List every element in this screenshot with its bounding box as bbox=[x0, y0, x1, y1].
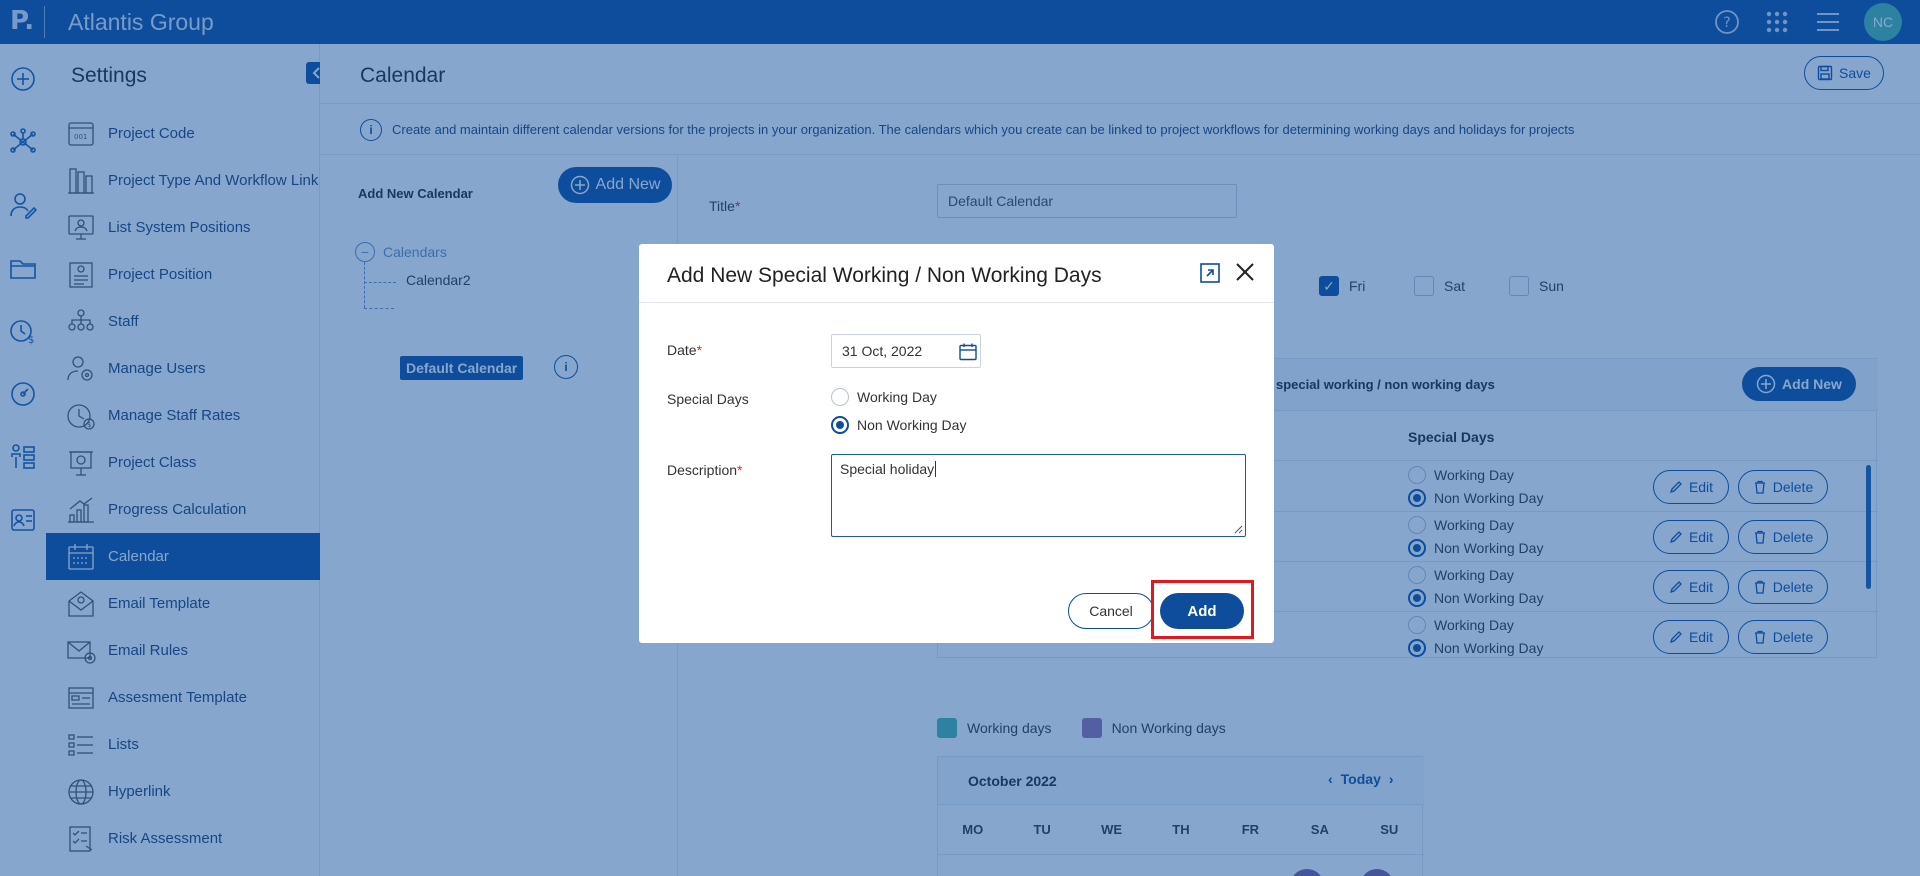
calendar-picker-icon[interactable] bbox=[958, 342, 978, 362]
radio-non-working-day[interactable]: Non Working Day bbox=[831, 416, 966, 434]
radio-working-day[interactable]: Working Day bbox=[831, 388, 937, 406]
dialog-divider bbox=[639, 302, 1274, 303]
dialog-title: Add New Special Working / Non Working Da… bbox=[667, 264, 1102, 287]
resize-handle-icon[interactable] bbox=[1233, 524, 1243, 534]
date-field[interactable]: 31 Oct, 2022 bbox=[831, 334, 981, 368]
radio-selected-icon[interactable] bbox=[831, 416, 849, 434]
special-days-label: Special Days bbox=[667, 391, 749, 407]
special-day-dialog: Add New Special Working / Non Working Da… bbox=[639, 244, 1274, 643]
description-textarea[interactable]: Special holiday bbox=[831, 454, 1246, 537]
expand-icon[interactable] bbox=[1199, 262, 1223, 286]
radio-icon[interactable] bbox=[831, 388, 849, 406]
add-button-highlight bbox=[1151, 580, 1254, 639]
description-value: Special holiday bbox=[840, 461, 935, 477]
date-label: Date* bbox=[667, 342, 703, 358]
close-icon[interactable] bbox=[1233, 260, 1259, 286]
description-label: Description* bbox=[667, 462, 743, 478]
cancel-button[interactable]: Cancel bbox=[1068, 593, 1154, 629]
date-value: 31 Oct, 2022 bbox=[842, 343, 923, 359]
